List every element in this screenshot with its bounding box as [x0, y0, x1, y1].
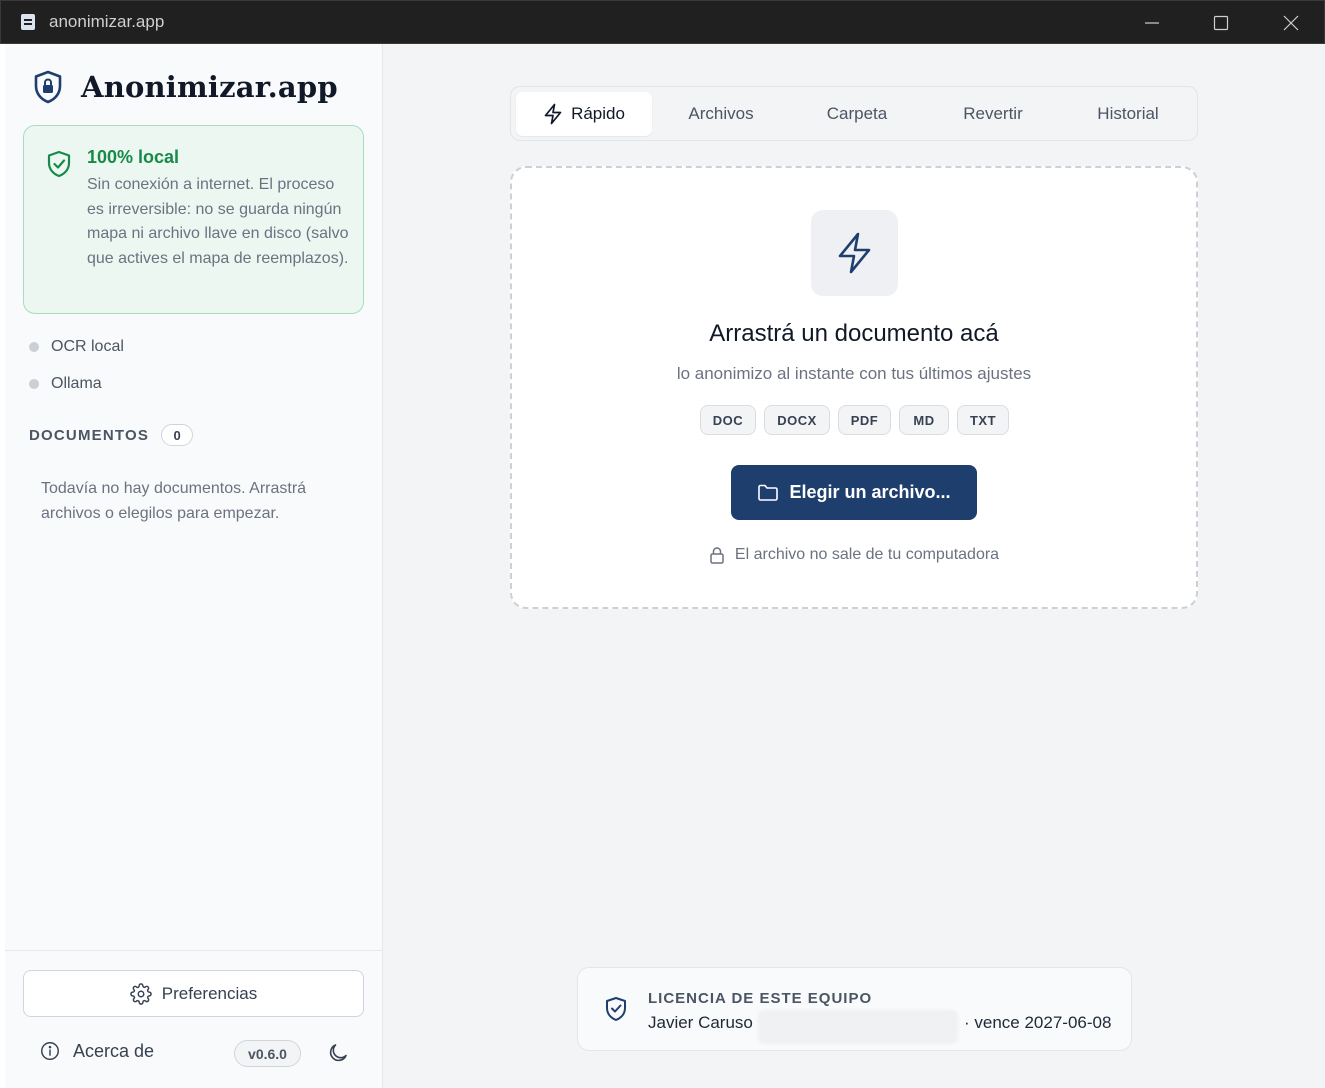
sidebar-divider: [5, 950, 382, 951]
format-badge: MD: [899, 405, 949, 435]
about-label: Acerca de: [73, 1040, 155, 1061]
shield-check-icon: [606, 997, 626, 1021]
preferences-button[interactable]: Preferencias: [23, 970, 364, 1017]
status-dot: [29, 342, 39, 352]
info-icon: [41, 1042, 59, 1060]
choose-file-button[interactable]: Elegir un archivo...: [731, 465, 977, 520]
documents-header: DOCUMENTOS 0: [29, 424, 194, 446]
moon-icon[interactable]: [326, 1041, 350, 1065]
tab-label: Revertir: [963, 104, 1023, 123]
license-redacted-area: [758, 1010, 958, 1044]
lock-icon: [710, 547, 724, 564]
choose-file-label: Elegir un archivo...: [789, 482, 951, 502]
brand-name: Anonimizar.app: [81, 70, 338, 104]
window-title: anonimizar.app: [49, 12, 165, 31]
file-dropzone[interactable]: Arrastrá un documento acá lo anonimizo a…: [510, 166, 1198, 609]
status-label: OCR local: [51, 338, 124, 355]
tab-label: Historial: [1097, 104, 1159, 123]
license-expiry: · vence 2027-06-08: [964, 1013, 1112, 1032]
dropzone-icon-box: [811, 210, 898, 296]
tab-label: Archivos: [688, 104, 754, 123]
format-badge: DOCX: [764, 405, 830, 435]
tab-historial[interactable]: Historial: [1061, 92, 1195, 136]
status-dot: [29, 379, 39, 389]
lightning-icon: [838, 232, 870, 274]
local-info-card: 100% local Sin conexión a internet. El p…: [23, 125, 364, 314]
folder-icon: [758, 484, 779, 501]
gear-icon: [129, 982, 152, 1005]
maximize-button[interactable]: [1186, 1, 1256, 45]
format-badges: DOC DOCX PDF MD TXT: [700, 405, 1017, 435]
version-badge: v0.6.0: [234, 1040, 301, 1067]
minimize-button[interactable]: [1117, 1, 1187, 45]
window-titlebar: anonimizar.app: [0, 0, 1325, 44]
sidebar: Anonimizar.app 100% local Sin conexión a…: [5, 44, 383, 1088]
shield-check-icon: [47, 150, 71, 178]
dropzone-title: Arrastrá un documento acá: [709, 320, 999, 347]
dropzone-subtitle: lo anonimizo al instante con tus últimos…: [676, 364, 1032, 383]
format-badge: TXT: [957, 405, 1009, 435]
local-card-title: 100% local: [87, 147, 180, 167]
about-button[interactable]: Acerca de: [39, 1040, 154, 1062]
close-icon: [1283, 15, 1299, 31]
privacy-note: El archivo no sale de tu computadora: [512, 546, 1196, 564]
close-button[interactable]: [1256, 1, 1325, 45]
shield-lock-icon: [34, 70, 62, 104]
minimize-icon: [1145, 22, 1159, 24]
format-badge: PDF: [838, 405, 891, 435]
documents-count-badge: 0: [161, 424, 194, 446]
license-card: LICENCIA DE ESTE EQUIPO Javier Caruso · …: [577, 967, 1132, 1051]
status-ocr: OCR local: [29, 338, 124, 356]
privacy-note-text: El archivo no sale de tu computadora: [734, 546, 1000, 563]
tab-revertir[interactable]: Revertir: [926, 92, 1060, 136]
documents-empty-text: Todavía no hay documentos. Arrastrá arch…: [41, 480, 307, 522]
main-panel: Rápido Archivos Carpeta Revertir Histori…: [383, 44, 1325, 1088]
status-label: Ollama: [51, 375, 102, 392]
brand: Anonimizar.app: [33, 70, 338, 104]
tab-rapido[interactable]: Rápido: [516, 92, 652, 136]
local-card-text: Sin conexión a internet. El proceso es i…: [87, 176, 349, 267]
preferences-label: Preferencias: [161, 983, 258, 1003]
license-title: LICENCIA DE ESTE EQUIPO: [648, 990, 873, 1007]
app-icon: [21, 14, 35, 30]
status-ollama: Ollama: [29, 375, 102, 393]
license-holder: Javier Caruso: [648, 1013, 753, 1032]
tab-label: Rápido: [571, 104, 625, 123]
lightning-icon: [544, 103, 562, 125]
tab-label: Carpeta: [826, 104, 888, 123]
tab-archivos[interactable]: Archivos: [654, 92, 788, 136]
documents-label: DOCUMENTOS: [29, 426, 150, 444]
tab-carpeta[interactable]: Carpeta: [790, 92, 924, 136]
maximize-icon: [1213, 15, 1229, 31]
mode-tabs: Rápido Archivos Carpeta Revertir Histori…: [510, 86, 1198, 141]
format-badge: DOC: [700, 405, 756, 435]
